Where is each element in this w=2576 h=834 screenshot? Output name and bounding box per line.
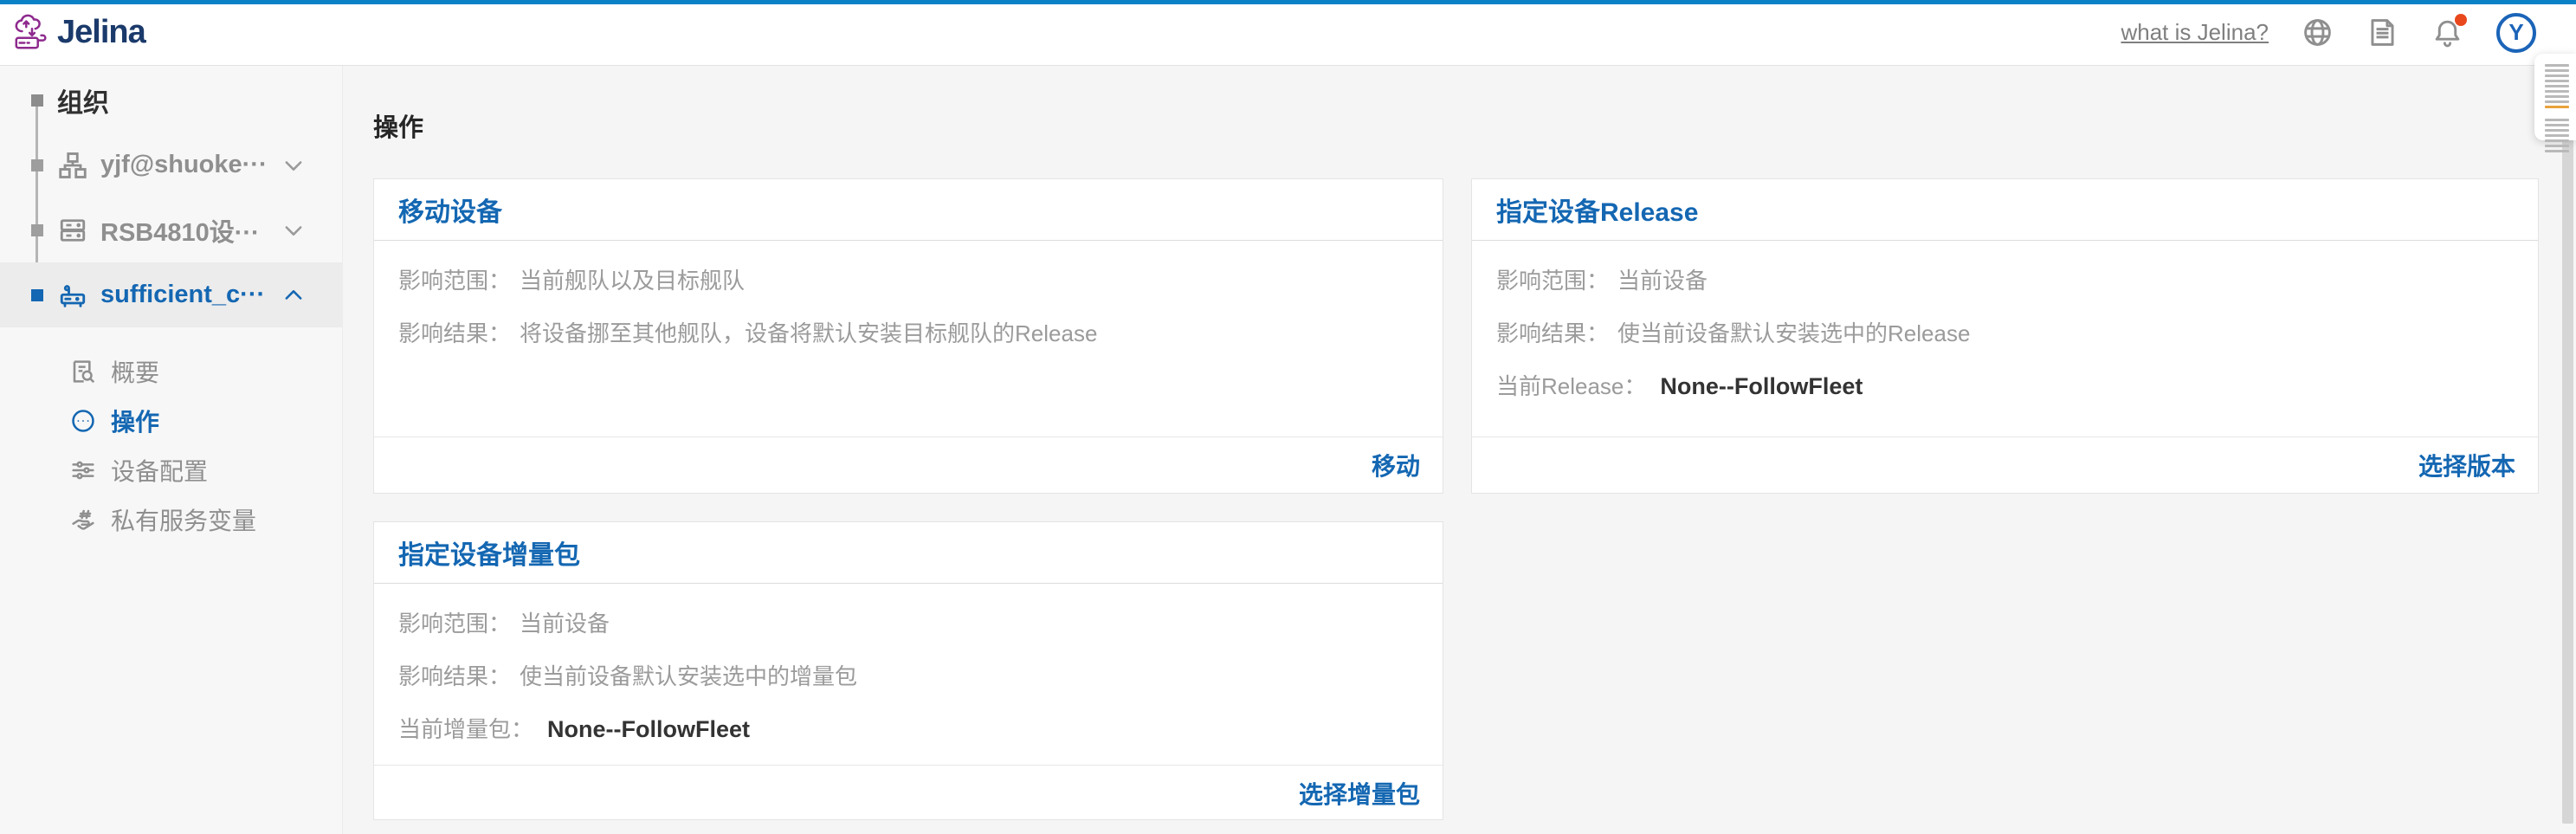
tree-node-marker [31, 159, 43, 171]
sidebar-item-label: yjf@shuoke··· [100, 151, 268, 179]
card-info-row: 影响范围： 当前设备 [398, 606, 1418, 638]
sidebar-sub-item-label: 操作 [111, 404, 159, 438]
top-accent-bar [0, 0, 2576, 4]
card-info-row: 影响结果： 使当前设备默认安装选中的Release [1496, 316, 2514, 348]
header-actions: what is Jelina? Y [2121, 13, 2536, 53]
card-title: 指定设备增量包 [398, 533, 580, 572]
info-value: 当前设备 [520, 606, 610, 638]
sidebar-sub-item-overview[interactable]: 概要 [0, 346, 342, 396]
card-title: 指定设备Release [1496, 191, 1698, 229]
info-label: 影响结果： [398, 316, 511, 348]
sidebar-item-fleet-node[interactable]: RSB4810设··· [0, 197, 342, 262]
sidebar-root-label: 组织 [57, 81, 109, 120]
server-icon [57, 215, 88, 246]
page-title: 操作 [373, 107, 2538, 144]
card-info-row: 影响范围： 当前舰队以及目标舰队 [398, 263, 1418, 295]
sidebar-item-organization[interactable]: 组织 [0, 68, 342, 133]
card-header: 指定设备增量包 [374, 522, 1443, 584]
operations-card-grid: 移动设备 影响范围： 当前舰队以及目标舰队 影响结果： 将设备挪至其他舰队，设备… [373, 178, 2538, 820]
sidebar-tree: yjf@shuoke··· RSB4810设··· sufficient_c··… [0, 133, 342, 327]
card-assign-release: 指定设备Release 影响范围： 当前设备 影响结果： 使当前设备默认安装选中… [1471, 178, 2539, 494]
tree-node-marker [31, 224, 43, 236]
info-label: 当前增量包： [398, 712, 533, 744]
sidebar-item-org-node[interactable]: yjf@shuoke··· [0, 133, 342, 197]
card-body: 影响范围： 当前设备 影响结果： 使当前设备默认安装选中的增量包 当前增量包： … [374, 584, 1443, 765]
tree-node-marker [31, 289, 43, 301]
action-assign-incremental-package[interactable]: 选择增量包 [1299, 776, 1420, 811]
info-label: 当前Release： [1496, 369, 1646, 401]
action-assign-release[interactable]: 选择版本 [2418, 448, 2515, 482]
sidebar: 组织 yjf@shuoke··· RSB4810设··· sufficient_… [0, 66, 343, 834]
sidebar-sub-item-label: 概要 [111, 354, 159, 389]
info-label: 影响结果： [398, 659, 511, 691]
card-title: 移动设备 [398, 191, 502, 229]
info-value: None--FollowFleet [547, 716, 750, 743]
sidebar-sub-item-label: 私有服务变量 [111, 502, 256, 537]
device-icon [57, 280, 88, 311]
main-content: 操作 移动设备 影响范围： 当前舰队以及目标舰队 影响结果： 将设备挪至其他舰队… [343, 66, 2576, 834]
card-info-row: 影响范围： 当前设备 [1496, 263, 2514, 295]
info-value: None--FollowFleet [1660, 373, 1863, 400]
variables-icon [69, 506, 97, 533]
overview-icon [69, 358, 97, 385]
info-label: 影响结果： [1496, 316, 1609, 348]
sidebar-sub-item-operations[interactable]: 操作 [0, 396, 342, 445]
globe-icon[interactable] [2302, 16, 2334, 48]
chevron-up-icon[interactable] [281, 283, 306, 307]
card-header: 指定设备Release [1472, 179, 2538, 241]
cloud-logo-icon [12, 13, 52, 53]
notifications-button[interactable] [2431, 16, 2463, 48]
card-footer: 移动 [374, 436, 1443, 493]
chevron-down-icon[interactable] [281, 218, 306, 242]
sidebar-item-label: sufficient_c··· [100, 281, 265, 309]
sidebar-sub-item-config[interactable]: 设备配置 [0, 445, 342, 495]
scrollbar-thumb[interactable] [2562, 76, 2573, 824]
sidebar-item-device-node[interactable]: sufficient_c··· [0, 262, 342, 327]
config-icon [69, 456, 97, 484]
info-value: 当前舰队以及目标舰队 [520, 263, 745, 295]
card-assign-incremental-package: 指定设备增量包 影响范围： 当前设备 影响结果： 使当前设备默认安装选中的增量包… [373, 521, 1443, 820]
sidebar-item-label: RSB4810设··· [100, 212, 260, 249]
info-label: 影响范围： [398, 263, 511, 295]
card-info-row: 当前Release： None--FollowFleet [1496, 369, 2514, 401]
info-value: 当前设备 [1617, 263, 1708, 295]
app-logo[interactable]: Jelina [12, 13, 145, 53]
info-value: 使当前设备默认安装选中的增量包 [520, 659, 857, 691]
avatar[interactable]: Y [2496, 13, 2536, 53]
help-link[interactable]: what is Jelina? [2121, 19, 2269, 46]
info-label: 影响范围： [1496, 263, 1609, 295]
operations-icon [69, 407, 97, 435]
card-body: 影响范围： 当前舰队以及目标舰队 影响结果： 将设备挪至其他舰队，设备将默认安装… [374, 241, 1443, 436]
action-move-device[interactable]: 移动 [1372, 448, 1420, 482]
card-info-row: 当前增量包： None--FollowFleet [398, 712, 1418, 744]
app-logo-text: Jelina [57, 14, 145, 51]
hierarchy-icon [57, 150, 88, 181]
chevron-down-icon[interactable] [281, 153, 306, 178]
card-footer: 选择版本 [1472, 436, 2538, 493]
tree-node-marker [31, 94, 43, 107]
sidebar-sub-item-label: 设备配置 [111, 453, 208, 488]
top-header: Jelina what is Jelina? Y [0, 0, 2576, 66]
card-header: 移动设备 [374, 179, 1443, 241]
card-body: 影响范围： 当前设备 影响结果： 使当前设备默认安装选中的Release 当前R… [1472, 241, 2538, 436]
document-icon[interactable] [2366, 16, 2398, 48]
minimap-widget[interactable] [2534, 54, 2576, 140]
card-info-row: 影响结果： 使当前设备默认安装选中的增量包 [398, 659, 1418, 691]
card-move-device: 移动设备 影响范围： 当前舰队以及目标舰队 影响结果： 将设备挪至其他舰队，设备… [373, 178, 1443, 494]
info-value: 将设备挪至其他舰队，设备将默认安装目标舰队的Release [520, 316, 1097, 348]
info-value: 使当前设备默认安装选中的Release [1617, 316, 1970, 348]
vertical-scrollbar[interactable] [2560, 66, 2576, 834]
sidebar-sub-menu: 概要 操作 设备配置 私有服务变量 [0, 346, 342, 544]
notification-badge [2455, 14, 2467, 26]
card-footer: 选择增量包 [374, 765, 1443, 821]
sidebar-sub-item-variables[interactable]: 私有服务变量 [0, 495, 342, 544]
info-label: 影响范围： [398, 606, 511, 638]
card-info-row: 影响结果： 将设备挪至其他舰队，设备将默认安装目标舰队的Release [398, 316, 1418, 348]
